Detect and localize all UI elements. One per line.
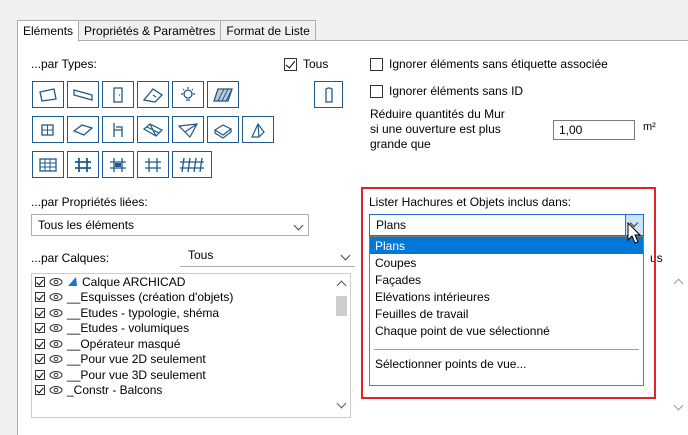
roof-icon[interactable]: [137, 116, 169, 143]
option-elevations[interactable]: Façades: [370, 271, 643, 288]
linked-properties-value: Tous les éléments: [38, 218, 135, 232]
layer-label: __Esquisses (création d'objets): [67, 290, 234, 305]
checkbox[interactable]: [35, 354, 45, 365]
layer-label: __Etudes - typologie, shéma: [67, 305, 220, 320]
list-item[interactable]: __Pour vue 3D seulement: [32, 367, 350, 383]
option-select-viewpoints[interactable]: Sélectionner points de vue...: [370, 355, 643, 372]
linked-properties-select[interactable]: Tous les éléments: [31, 214, 309, 236]
archicad-layer-icon: [68, 277, 77, 287]
checkbox[interactable]: [35, 292, 45, 303]
shell-icon[interactable]: [172, 116, 204, 143]
railing-icon[interactable]: [137, 151, 169, 178]
scroll-up-icon[interactable]: [673, 278, 684, 289]
checkbox[interactable]: [35, 276, 45, 287]
door-icon[interactable]: [102, 81, 134, 108]
layers-list[interactable]: Calque ARCHICAD __Esquisses (création d'…: [31, 273, 351, 418]
ignore-no-label-text: Ignorer éléments sans étiquette associée: [389, 57, 608, 71]
area-threshold-input[interactable]: 1,00: [553, 120, 635, 140]
area-unit: m²: [643, 121, 656, 133]
scroll-up-icon[interactable]: [336, 280, 347, 291]
layer-label: _Constr - Balcons: [67, 383, 163, 398]
list-item[interactable]: Calque ARCHICAD: [32, 274, 350, 290]
slab-icon[interactable]: [67, 116, 99, 143]
layer-label: __Etudes - volumiques: [67, 321, 190, 336]
layers-scrollbar[interactable]: [333, 274, 350, 417]
tab-properties-parameters[interactable]: Propriétés & Paramètres: [78, 20, 222, 41]
lamp-icon[interactable]: [172, 81, 204, 108]
checkbox[interactable]: [35, 307, 45, 318]
hatch-objects-dropdown: Plans Coupes Façades Elévations intérieu…: [369, 236, 644, 386]
tab-elements[interactable]: Eléments: [17, 20, 80, 42]
tab-list-format[interactable]: Format de Liste: [220, 20, 316, 41]
list-item[interactable]: _Constr - Balcons: [32, 383, 350, 399]
list-item[interactable]: __Opérateur masqué: [32, 336, 350, 352]
beam-grid-icon[interactable]: [172, 151, 212, 178]
ignore-no-id-text: Ignorer éléments sans ID: [389, 84, 524, 98]
linked-properties-label: ...par Propriétés liées:: [31, 195, 148, 209]
layers-label: ...par Calques:: [31, 251, 110, 265]
eye-icon[interactable]: [49, 277, 63, 287]
chevron-down-icon: [293, 220, 304, 231]
column-icon[interactable]: [314, 81, 343, 108]
layers-filter-select[interactable]: Tous: [180, 245, 355, 267]
option-each-selected-viewpoint[interactable]: Chaque point de vue sélectionné: [370, 322, 643, 339]
layer-label: __Pour vue 3D seulement: [67, 367, 206, 382]
rail-icon[interactable]: [67, 151, 99, 178]
morph-icon[interactable]: [207, 116, 239, 143]
checkbox[interactable]: [35, 369, 45, 380]
scroll-down-icon[interactable]: [336, 398, 347, 409]
layer-label: Calque ARCHICAD: [82, 274, 186, 289]
eye-icon[interactable]: [49, 323, 63, 333]
chair-icon[interactable]: [102, 116, 134, 143]
hatch-objects-select[interactable]: Plans: [369, 214, 644, 236]
ignore-no-label-checkbox[interactable]: [370, 58, 383, 71]
option-plans[interactable]: Plans: [370, 237, 643, 254]
right-list-scrollbar[interactable]: [670, 236, 687, 421]
list-item[interactable]: __Pour vue 2D seulement: [32, 352, 350, 368]
list-item[interactable]: __Etudes - typologie, shéma: [32, 305, 350, 321]
separator: [374, 349, 639, 350]
eye-icon[interactable]: [49, 308, 63, 318]
skylight-icon[interactable]: [242, 116, 274, 143]
types-label: ...par Types:: [31, 57, 97, 71]
reduce-wall-text-3: grande que: [370, 137, 431, 151]
window-icon[interactable]: [137, 81, 169, 108]
stair-icon[interactable]: [102, 151, 134, 178]
eye-icon[interactable]: [49, 339, 63, 349]
beam-icon[interactable]: [67, 81, 99, 108]
checkbox[interactable]: [35, 323, 45, 334]
eye-icon[interactable]: [49, 370, 63, 380]
layers-filter-value: Tous: [188, 248, 214, 262]
ignore-no-id-checkbox[interactable]: [370, 85, 383, 98]
reduce-wall-text-1: Réduire quantités du Mur: [370, 107, 505, 121]
list-item[interactable]: __Etudes - volumiques: [32, 321, 350, 337]
option-interior-elevations[interactable]: Elévations intérieures: [370, 288, 643, 305]
all-types-label: Tous: [303, 57, 329, 71]
option-sections[interactable]: Coupes: [370, 254, 643, 271]
hatch-objects-selected: Plans: [376, 218, 407, 232]
all-types-checkbox[interactable]: [284, 58, 297, 71]
layer-label: __Opérateur masqué: [67, 336, 181, 351]
eye-icon[interactable]: [49, 385, 63, 395]
chevron-down-icon: [340, 250, 351, 261]
layer-label: __Pour vue 2D seulement: [67, 352, 206, 367]
list-item[interactable]: __Esquisses (création d'objets): [32, 290, 350, 306]
scroll-down-icon[interactable]: [673, 400, 684, 411]
object-icon[interactable]: [32, 116, 64, 143]
hatch-objects-label: Lister Hachures et Objets inclus dans:: [369, 195, 572, 209]
checkbox[interactable]: [35, 385, 45, 396]
wall-icon[interactable]: [32, 81, 64, 108]
curtain-wall-icon[interactable]: [32, 151, 64, 178]
tab-bar: Eléments Propriétés & Paramètres Format …: [17, 20, 316, 42]
scroll-thumb[interactable]: [336, 296, 347, 316]
reduce-wall-text-2: si une ouverture est plus: [370, 122, 501, 136]
mouse-pointer-icon: [627, 222, 642, 244]
partial-label: us: [650, 251, 663, 265]
eye-icon[interactable]: [49, 292, 63, 302]
option-worksheets[interactable]: Feuilles de travail: [370, 305, 643, 322]
eye-icon[interactable]: [49, 354, 63, 364]
checkbox[interactable]: [35, 338, 45, 349]
hatch-icon[interactable]: [207, 81, 239, 108]
